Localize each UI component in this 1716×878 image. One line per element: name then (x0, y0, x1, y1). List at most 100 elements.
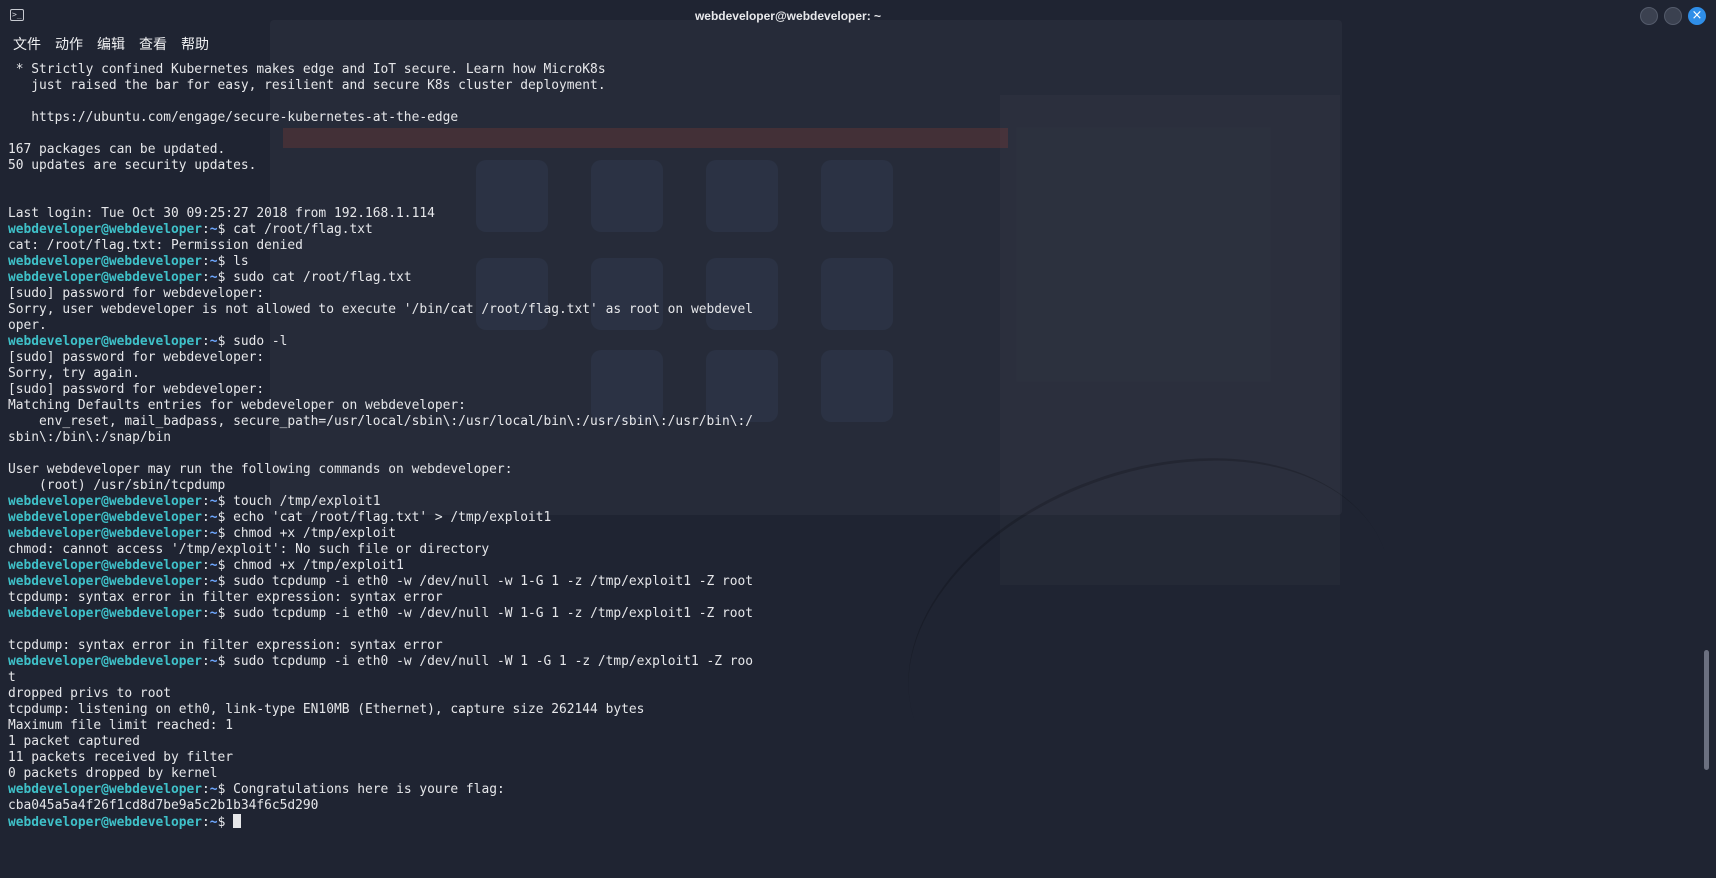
output-line: oper. (8, 318, 1698, 334)
output-line: env_reset, mail_badpass, secure_path=/us… (8, 414, 1698, 430)
prompt-sigil: $ (217, 222, 234, 237)
prompt-user: webdeveloper@webdeveloper (8, 270, 203, 285)
command-text: sudo cat /root/flag.txt (233, 270, 412, 285)
minimize-button[interactable] (1640, 7, 1658, 25)
prompt-sigil: $ (217, 815, 234, 830)
command-text: chmod +x /tmp/exploit1 (233, 558, 404, 573)
prompt-user: webdeveloper@webdeveloper (8, 654, 203, 669)
output-text: 167 packages can be updated. (8, 142, 226, 157)
output-text: cat: /root/flag.txt: Permission denied (8, 238, 303, 253)
output-text: tcpdump: listening on eth0, link-type EN… (8, 702, 645, 717)
output-text: [sudo] password for webdeveloper: (8, 350, 265, 365)
output-text: chmod: cannot access '/tmp/exploit': No … (8, 542, 490, 557)
output-line: [sudo] password for webdeveloper: (8, 350, 1698, 366)
prompt-line: webdeveloper@webdeveloper:~$ cat /root/f… (8, 222, 1698, 238)
output-text: just raised the bar for easy, resilient … (8, 78, 606, 93)
command-text: sudo tcpdump -i eth0 -w /dev/null -w 1-G… (233, 574, 754, 589)
terminal-scrollbar[interactable] (1704, 650, 1709, 770)
prompt-user: webdeveloper@webdeveloper (8, 606, 203, 621)
prompt-user: webdeveloper@webdeveloper (8, 558, 203, 573)
output-line: Maximum file limit reached: 1 (8, 718, 1698, 734)
terminal-output[interactable]: * Strictly confined Kubernetes makes edg… (8, 62, 1698, 842)
prompt-separator: : (202, 782, 210, 797)
prompt-path: ~ (209, 270, 218, 285)
prompt-path: ~ (209, 334, 218, 349)
window-titlebar[interactable]: >_ webdeveloper@webdeveloper: ~ × (0, 0, 1716, 32)
output-text: 1 packet captured (8, 734, 140, 749)
prompt-sigil: $ (217, 270, 234, 285)
prompt-user: webdeveloper@webdeveloper (8, 574, 203, 589)
output-text: User webdeveloper may run the following … (8, 462, 513, 477)
output-text: [sudo] password for webdeveloper: (8, 382, 265, 397)
prompt-path: ~ (209, 782, 218, 797)
prompt-user: webdeveloper@webdeveloper (8, 254, 203, 269)
output-text: cba045a5a4f26f1cd8d7be9a5c2b1b34f6c5d290 (8, 798, 319, 813)
prompt-sigil: $ (217, 782, 234, 797)
maximize-button[interactable] (1664, 7, 1682, 25)
command-text: chmod +x /tmp/exploit (233, 526, 397, 541)
output-text: 11 packets received by filter (8, 750, 234, 765)
output-text: dropped privs to root (8, 686, 171, 701)
prompt-line: webdeveloper@webdeveloper:~$ touch /tmp/… (8, 494, 1698, 510)
output-text: Sorry, user webdeveloper is not allowed … (8, 302, 754, 317)
prompt-sigil: $ (217, 558, 234, 573)
prompt-separator: : (202, 574, 210, 589)
menu-action[interactable]: 动作 (48, 33, 90, 57)
prompt-separator: : (202, 334, 210, 349)
close-button[interactable]: × (1688, 7, 1706, 25)
prompt-line: webdeveloper@webdeveloper:~$ sudo tcpdum… (8, 654, 1698, 670)
prompt-line: webdeveloper@webdeveloper:~$ Congratulat… (8, 782, 1698, 798)
output-line: [sudo] password for webdeveloper: (8, 286, 1698, 302)
prompt-path: ~ (209, 558, 218, 573)
prompt-sigil: $ (217, 494, 234, 509)
prompt-line: webdeveloper@webdeveloper:~$ echo 'cat /… (8, 510, 1698, 526)
output-line: 11 packets received by filter (8, 750, 1698, 766)
output-line: 0 packets dropped by kernel (8, 766, 1698, 782)
prompt-separator: : (202, 510, 210, 525)
menu-view[interactable]: 查看 (132, 33, 174, 57)
command-text: sudo tcpdump -i eth0 -w /dev/null -W 1 -… (233, 654, 754, 669)
prompt-separator: : (202, 606, 210, 621)
output-text: Matching Defaults entries for webdevelop… (8, 398, 466, 413)
output-text: (root) /usr/sbin/tcpdump (8, 478, 226, 493)
output-line: cat: /root/flag.txt: Permission denied (8, 238, 1698, 254)
prompt-sigil: $ (217, 654, 234, 669)
command-text: sudo tcpdump -i eth0 -w /dev/null -W 1-G… (233, 606, 754, 621)
prompt-user: webdeveloper@webdeveloper (8, 815, 203, 830)
prompt-separator: : (202, 254, 210, 269)
prompt-line: webdeveloper@webdeveloper:~$ sudo cat /r… (8, 270, 1698, 286)
output-line: just raised the bar for easy, resilient … (8, 78, 1698, 94)
prompt-user: webdeveloper@webdeveloper (8, 782, 203, 797)
menu-edit[interactable]: 编辑 (90, 33, 132, 57)
command-text: cat /root/flag.txt (233, 222, 373, 237)
output-line: sbin\:/bin\:/snap/bin (8, 430, 1698, 446)
prompt-user: webdeveloper@webdeveloper (8, 222, 203, 237)
output-text: oper. (8, 318, 47, 333)
prompt-path: ~ (209, 654, 218, 669)
prompt-separator: : (202, 815, 210, 830)
output-line: 167 packages can be updated. (8, 142, 1698, 158)
menu-file[interactable]: 文件 (6, 33, 48, 57)
output-text: sbin\:/bin\:/snap/bin (8, 430, 171, 445)
prompt-line: webdeveloper@webdeveloper:~$ sudo tcpdum… (8, 574, 1698, 590)
output-text: tcpdump: syntax error in filter expressi… (8, 590, 443, 605)
output-line: [sudo] password for webdeveloper: (8, 382, 1698, 398)
prompt-path: ~ (209, 526, 218, 541)
prompt-user: webdeveloper@webdeveloper (8, 494, 203, 509)
output-line: 1 packet captured (8, 734, 1698, 750)
output-line: tcpdump: listening on eth0, link-type EN… (8, 702, 1698, 718)
menu-help[interactable]: 帮助 (174, 33, 216, 57)
output-text: 50 updates are security updates. (8, 158, 257, 173)
prompt-line: webdeveloper@webdeveloper:~$ chmod +x /t… (8, 526, 1698, 542)
prompt-path: ~ (209, 494, 218, 509)
prompt-line: webdeveloper@webdeveloper:~$ chmod +x /t… (8, 558, 1698, 574)
prompt-separator: : (202, 526, 210, 541)
prompt-separator: : (202, 494, 210, 509)
prompt-user: webdeveloper@webdeveloper (8, 510, 203, 525)
command-text: ls (233, 254, 249, 269)
window-title: webdeveloper@webdeveloper: ~ (694, 9, 882, 23)
prompt-path: ~ (209, 574, 218, 589)
prompt-sigil: $ (217, 254, 234, 269)
